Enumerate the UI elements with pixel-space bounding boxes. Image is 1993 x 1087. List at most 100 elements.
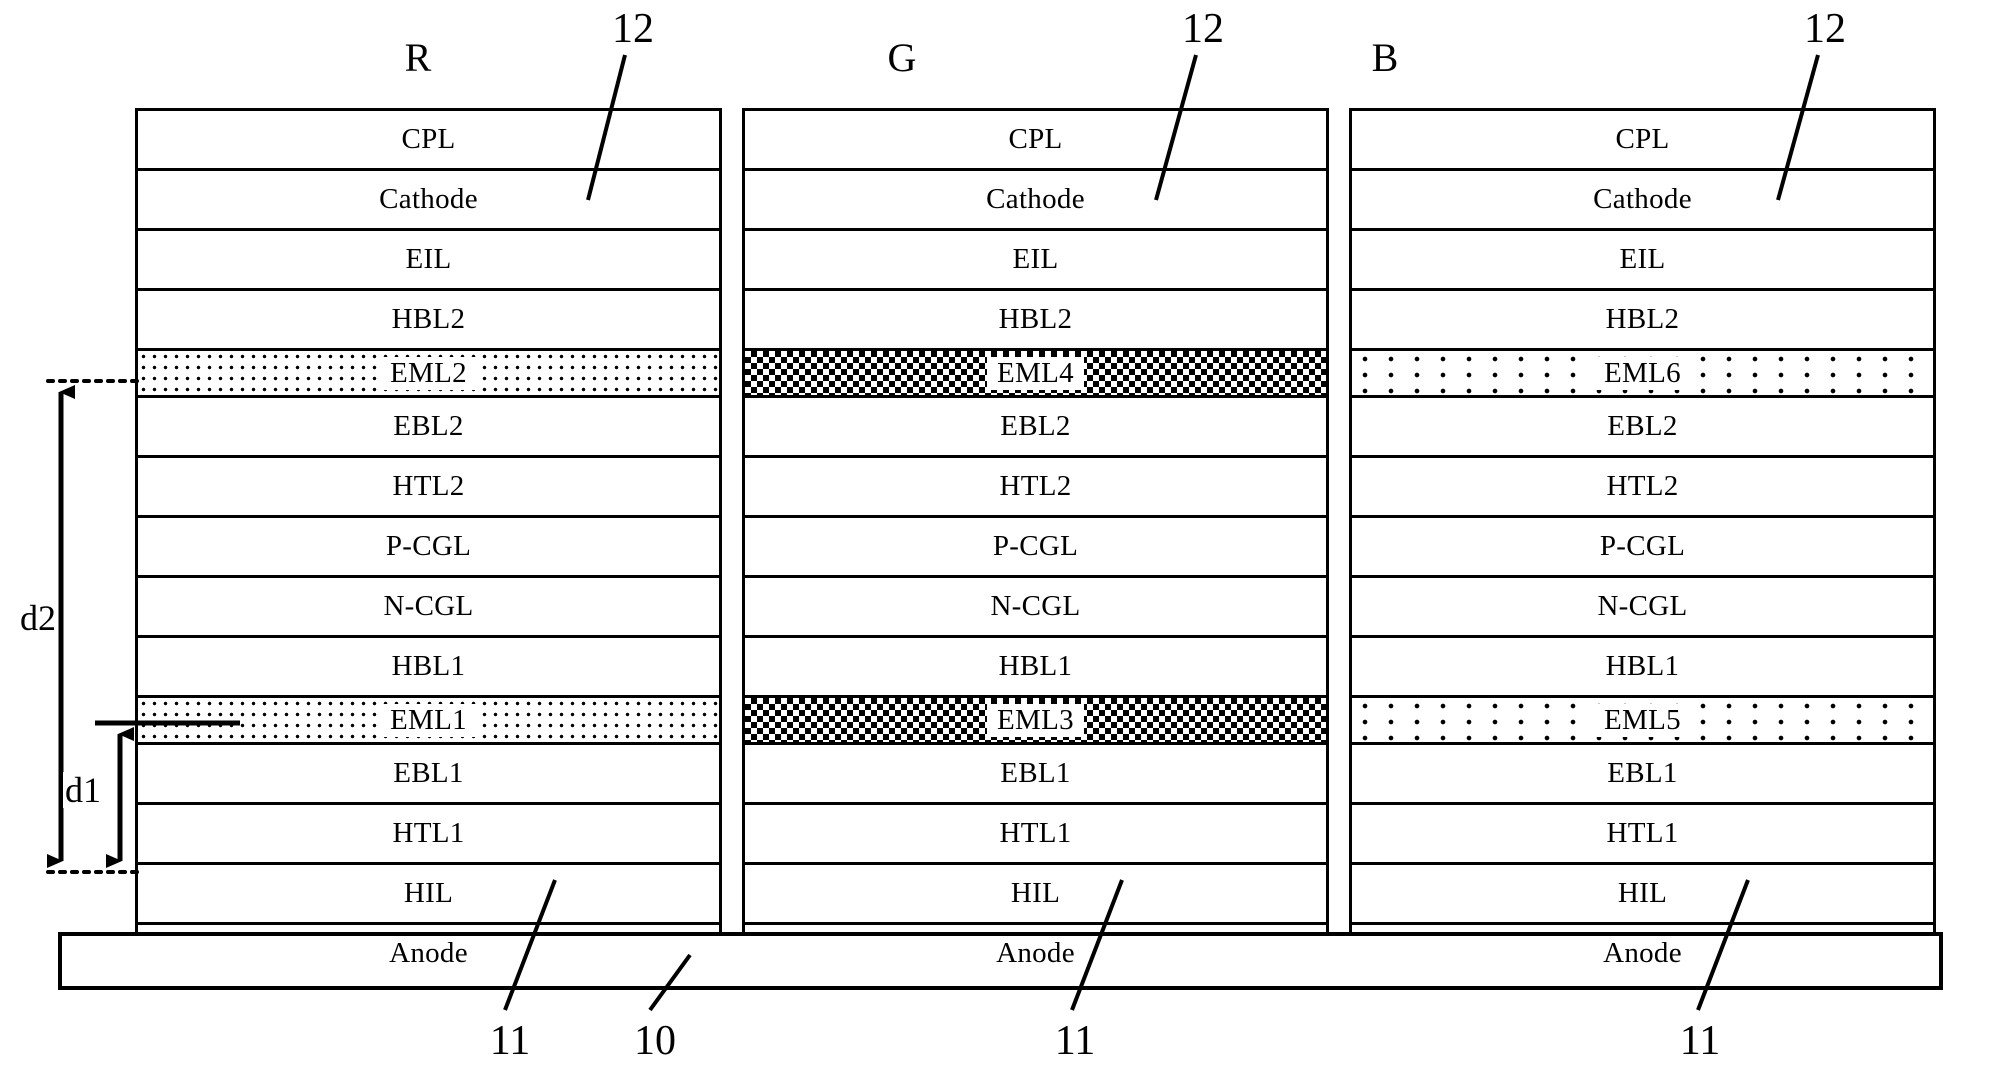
layer-label: P-CGL [375, 530, 482, 563]
layer-eml1: EML1 [138, 698, 719, 745]
layer-htl2: HTL2 [138, 458, 719, 518]
layer-eml6: EML6 [1352, 351, 1933, 398]
ref-numeral-11-r: 11 [489, 1018, 531, 1064]
layer-label: N-CGL [373, 590, 484, 623]
layer-ebl2: EBL2 [745, 398, 1326, 458]
layer-hbl2: HBL2 [1352, 291, 1933, 351]
layer-ebl2: EBL2 [138, 398, 719, 458]
layer-hbl2: HBL2 [138, 291, 719, 351]
layer-hbl1: HBL1 [745, 638, 1326, 698]
layer-label: HIL [393, 877, 464, 910]
layer-label: HIL [1607, 877, 1678, 910]
layer-eil: EIL [745, 231, 1326, 291]
layer-label: EBL2 [383, 410, 474, 443]
layer-label: HTL2 [1596, 470, 1689, 503]
layer-hbl1: HBL1 [1352, 638, 1933, 698]
layer-htl2: HTL2 [745, 458, 1326, 518]
layer-label: EBL1 [1597, 757, 1688, 790]
layer-label: Anode [1593, 937, 1692, 970]
layer-label: Cathode [1583, 183, 1702, 216]
layer-label: P-CGL [982, 530, 1089, 563]
layer-n-cgl: N-CGL [745, 578, 1326, 638]
subpixel-stack-b: CPL Cathode EIL HBL2 EML6 EBL2 HTL2 P-CG… [1349, 108, 1936, 985]
patent-figure: R G B CPL Cathode EIL HBL2 EML2 EBL2 HTL… [0, 0, 1993, 1087]
layer-hbl2: HBL2 [745, 291, 1326, 351]
layer-ebl1: EBL1 [138, 745, 719, 805]
layer-label: HBL2 [1595, 303, 1690, 336]
layer-cathode: Cathode [138, 171, 719, 231]
layer-label: EBL2 [1597, 410, 1688, 443]
layer-p-cgl: P-CGL [1352, 518, 1933, 578]
layer-ebl1: EBL1 [1352, 745, 1933, 805]
layer-htl2: HTL2 [1352, 458, 1933, 518]
layer-eml5: EML5 [1352, 698, 1933, 745]
subpixel-stack-r: CPL Cathode EIL HBL2 EML2 EBL2 HTL2 P-CG… [135, 108, 722, 985]
layer-hil: HIL [745, 865, 1326, 925]
layer-label: EML3 [987, 703, 1084, 737]
dimension-label-d2: d2 [18, 598, 58, 638]
layer-eil: EIL [1352, 231, 1933, 291]
layer-label: HBL1 [381, 650, 476, 683]
layer-hil: HIL [138, 865, 719, 925]
layer-label: EML1 [380, 703, 477, 737]
layer-label: HBL1 [1595, 650, 1690, 683]
ref-numeral-11-g: 11 [1054, 1018, 1096, 1064]
column-letter-b: B [1371, 35, 1399, 80]
layer-eml4: EML4 [745, 351, 1326, 398]
layer-cpl: CPL [745, 111, 1326, 171]
layer-label: HTL1 [1596, 817, 1689, 850]
layer-label: EIL [1609, 243, 1676, 276]
ref-numeral-10-substrate: 10 [634, 1018, 676, 1064]
layer-label: HIL [1000, 877, 1071, 910]
ref-numeral-12-b: 12 [1804, 6, 1846, 52]
layer-label: HTL2 [382, 470, 475, 503]
layer-label: N-CGL [1587, 590, 1698, 623]
subpixel-stack-g: CPL Cathode EIL HBL2 EML4 EBL2 HTL2 P-CG… [742, 108, 1329, 985]
layer-label: Anode [379, 937, 478, 970]
ref-numeral-11-b: 11 [1679, 1018, 1721, 1064]
layer-label: EML6 [1594, 356, 1691, 390]
layer-label: EBL2 [990, 410, 1081, 443]
layer-htl1: HTL1 [745, 805, 1326, 865]
layer-label: HTL1 [382, 817, 475, 850]
layer-label: N-CGL [980, 590, 1091, 623]
layer-label: HBL2 [381, 303, 476, 336]
layer-label: Cathode [369, 183, 488, 216]
layer-label: HBL2 [988, 303, 1083, 336]
layer-label: EIL [1002, 243, 1069, 276]
layer-cathode: Cathode [745, 171, 1326, 231]
column-letter-r: R [404, 35, 432, 80]
layer-p-cgl: P-CGL [138, 518, 719, 578]
layer-eml2: EML2 [138, 351, 719, 398]
layer-label: EBL1 [383, 757, 474, 790]
layer-cpl: CPL [138, 111, 719, 171]
layer-ebl2: EBL2 [1352, 398, 1933, 458]
ref-numeral-12-g: 12 [1182, 6, 1224, 52]
layer-label: P-CGL [1589, 530, 1696, 563]
layer-htl1: HTL1 [1352, 805, 1933, 865]
layer-eil: EIL [138, 231, 719, 291]
layer-label: EML2 [380, 356, 477, 390]
layer-label: Cathode [976, 183, 1095, 216]
layer-cpl: CPL [1352, 111, 1933, 171]
layer-eml3: EML3 [745, 698, 1326, 745]
layer-label: EBL1 [990, 757, 1081, 790]
layer-cathode: Cathode [1352, 171, 1933, 231]
layer-label: EML4 [987, 356, 1084, 390]
layer-label: HTL1 [989, 817, 1082, 850]
layer-label: EIL [395, 243, 462, 276]
dimension-label-d1: d1 [63, 770, 103, 810]
layer-ebl1: EBL1 [745, 745, 1326, 805]
layer-label: EML5 [1594, 703, 1691, 737]
layer-htl1: HTL1 [138, 805, 719, 865]
layer-n-cgl: N-CGL [138, 578, 719, 638]
column-letter-g: G [887, 35, 917, 80]
layer-label: HTL2 [989, 470, 1082, 503]
layer-label: CPL [1605, 123, 1680, 156]
layer-label: CPL [998, 123, 1073, 156]
layer-label: HBL1 [988, 650, 1083, 683]
layer-n-cgl: N-CGL [1352, 578, 1933, 638]
layer-hbl1: HBL1 [138, 638, 719, 698]
layer-label: Anode [986, 937, 1085, 970]
ref-numeral-12-r: 12 [612, 6, 654, 52]
